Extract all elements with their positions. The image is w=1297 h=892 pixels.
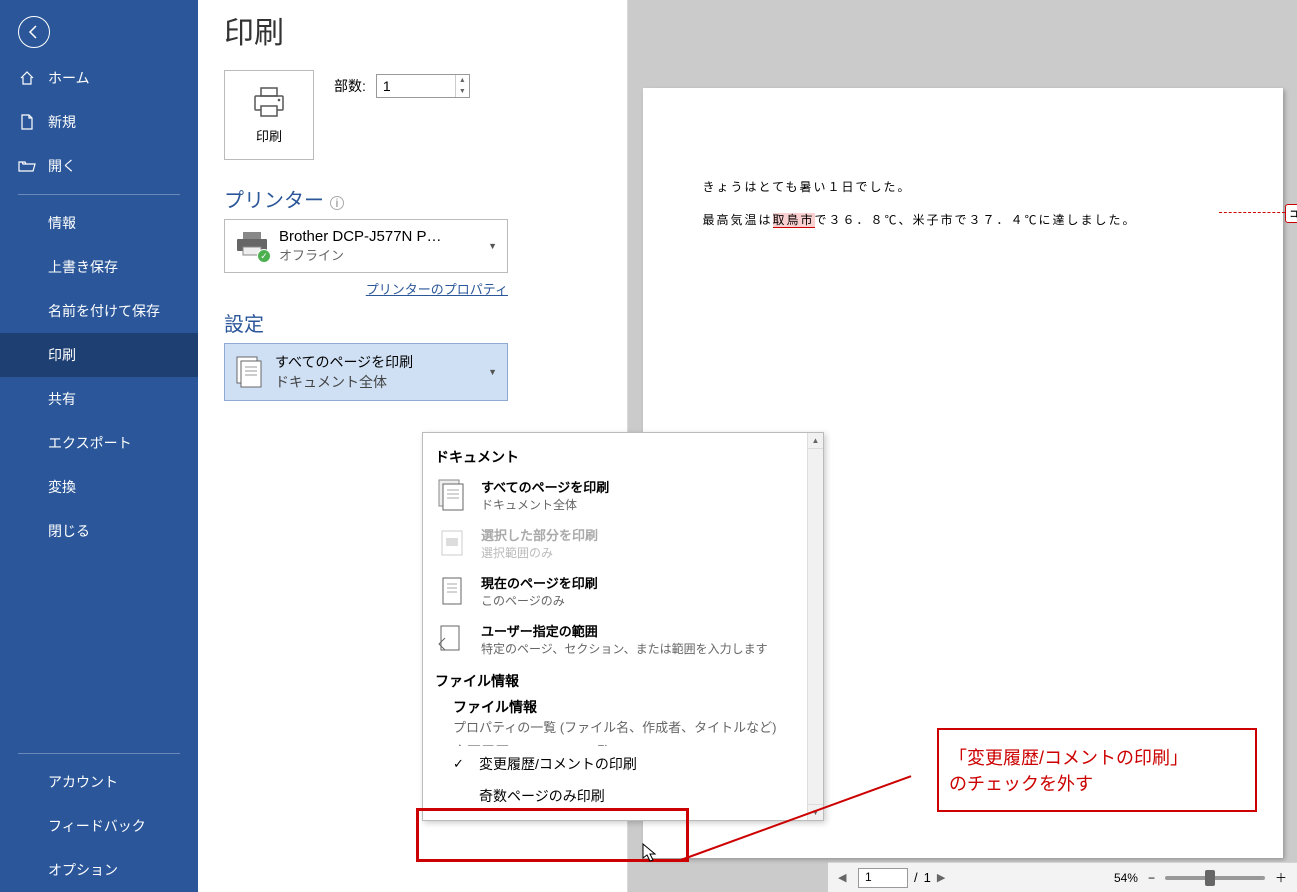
nav-export[interactable]: エクスポート [0, 421, 198, 465]
document-icon [235, 355, 263, 389]
nav-separator [18, 753, 180, 754]
nav-info[interactable]: 情報 [0, 201, 198, 245]
nav-options[interactable]: オプション [0, 848, 198, 892]
dropdown-item-file-info[interactable]: ファイル情報 [453, 697, 795, 717]
printer-icon [249, 86, 289, 120]
nav-save-as[interactable]: 名前を付けて保存 [0, 289, 198, 333]
dropdown-item-custom-range[interactable]: ユーザー指定の範囲特定のページ、セクション、または範囲を入力します [423, 615, 807, 663]
nav-print[interactable]: 印刷 [0, 333, 198, 377]
new-doc-icon [18, 113, 36, 131]
nav-transform[interactable]: 変換 [0, 465, 198, 509]
printer-selector[interactable]: ✓ Brother DCP-J577N P… オフライン ▼ [224, 219, 508, 273]
print-button-label: 印刷 [256, 126, 282, 145]
nav-share[interactable]: 共有 [0, 377, 198, 421]
arrow-left-icon [26, 24, 42, 40]
cursor-icon [642, 843, 658, 863]
dropdown-check-print-markup[interactable]: ✓ 変更履歴/コメントの印刷 [423, 746, 807, 782]
document-page-icon [435, 574, 469, 608]
copies-spinner[interactable]: 1 ▲▼ [376, 74, 470, 98]
zoom-control: 54% − ＋ [1114, 869, 1287, 886]
nav-new[interactable]: 新規 [0, 100, 198, 144]
zoom-in-icon[interactable]: ＋ [1275, 869, 1287, 886]
tracked-change-highlight: 取鳥市 [773, 213, 815, 228]
nav-label: 新規 [48, 112, 76, 132]
dropdown-item-current-page[interactable]: 現在のページを印刷このページのみ [423, 567, 807, 615]
main-area: 印刷 印刷 部数: 1 ▲▼ プリンター i ✓ [198, 0, 1297, 892]
backstage-sidebar: ホーム 新規 開く 情報 上書き保存 名前を付けて保存 印刷 共有 エクスポート… [0, 0, 198, 892]
info-icon[interactable]: i [330, 196, 344, 210]
printer-status: オフライン [279, 245, 442, 264]
printer-properties-link[interactable]: プリンターのプロパティ [224, 279, 508, 298]
copies-value: 1 [377, 78, 455, 94]
range-subtitle: ドキュメント全体 [275, 372, 413, 392]
printer-name: Brother DCP-J577N P… [279, 228, 442, 245]
nav-close[interactable]: 閉じる [0, 509, 198, 553]
comment-connector [1219, 212, 1285, 213]
zoom-out-icon[interactable]: − [1148, 871, 1155, 885]
nav-label: 開く [48, 156, 76, 176]
dropdown-section-document: ドキュメント [423, 439, 807, 471]
print-range-dropdown: ▲ ▼ ドキュメント すべてのページを印刷ドキュメント全体 選択した部分を印刷選… [422, 432, 824, 821]
tutorial-callout: 「変更履歴/コメントの印刷」 のチェックを外す [937, 728, 1257, 812]
nav-open[interactable]: 開く [0, 144, 198, 188]
chevron-down-icon: ▼ [488, 367, 497, 377]
prev-page-icon[interactable]: ◀ [838, 871, 852, 885]
spin-up-icon[interactable]: ▲ [456, 75, 469, 86]
page-number-input[interactable]: 1 [858, 868, 908, 888]
range-title: すべてのページを印刷 [275, 352, 413, 372]
zoom-slider[interactable] [1165, 876, 1265, 880]
chevron-down-icon: ▼ [488, 241, 497, 251]
home-icon [18, 69, 36, 87]
doc-line-1: きょうはとても暑い１日でした。 [703, 178, 1223, 195]
print-range-selector[interactable]: すべてのページを印刷 ドキュメント全体 ▼ [224, 343, 508, 401]
dropdown-item-selection: 選択した部分を印刷選択範囲のみ [423, 519, 807, 567]
zoom-slider-thumb[interactable] [1205, 870, 1215, 886]
document-range-icon [435, 622, 469, 656]
back-button[interactable] [18, 16, 50, 48]
document-stack-icon [435, 478, 469, 512]
dropdown-item-truncated[interactable]: 変更履歴/コメントの一覧 [423, 738, 807, 746]
folder-open-icon [18, 157, 36, 175]
printer-status-icon: ✓ [235, 231, 269, 261]
nav-label: ホーム [48, 68, 90, 88]
printer-heading: プリンター [224, 184, 324, 213]
copies-label: 部数: [334, 76, 366, 96]
nav-separator [18, 194, 180, 195]
settings-heading: 設定 [224, 308, 601, 337]
spin-down-icon[interactable]: ▼ [456, 86, 469, 97]
checkmark-icon: ✓ [453, 756, 467, 772]
next-page-icon[interactable]: ▶ [937, 871, 951, 885]
print-button[interactable]: 印刷 [224, 70, 314, 160]
page-total: 1 [924, 870, 931, 885]
scroll-up-icon[interactable]: ▲ [808, 433, 823, 449]
nav-home[interactable]: ホーム [0, 56, 198, 100]
nav-save[interactable]: 上書き保存 [0, 245, 198, 289]
page-title: 印刷 [224, 8, 601, 52]
comment-balloon: コメントの追加 [y1]: 鳥取市が正しい [1285, 204, 1297, 223]
document-selection-icon [435, 526, 469, 560]
check-icon: ✓ [257, 249, 271, 263]
copies-control: 部数: 1 ▲▼ [334, 74, 470, 98]
zoom-value: 54% [1114, 871, 1138, 885]
nav-account[interactable]: アカウント [0, 760, 198, 804]
dropdown-section-file-info: ファイル情報 [423, 663, 807, 695]
dropdown-item-all-pages[interactable]: すべてのページを印刷ドキュメント全体 [423, 471, 807, 519]
dropdown-check-odd-pages[interactable]: 奇数ページのみ印刷 [423, 782, 807, 814]
nav-feedback[interactable]: フィードバック [0, 804, 198, 848]
doc-line-2: 最高気温は取鳥市で３６．８℃、米子市で３７．４℃に達しました。 [703, 211, 1223, 228]
dropdown-scrollbar[interactable]: ▲ ▼ [807, 433, 823, 820]
preview-footer: ◀ 1 / 1 ▶ 54% − ＋ [828, 862, 1297, 892]
